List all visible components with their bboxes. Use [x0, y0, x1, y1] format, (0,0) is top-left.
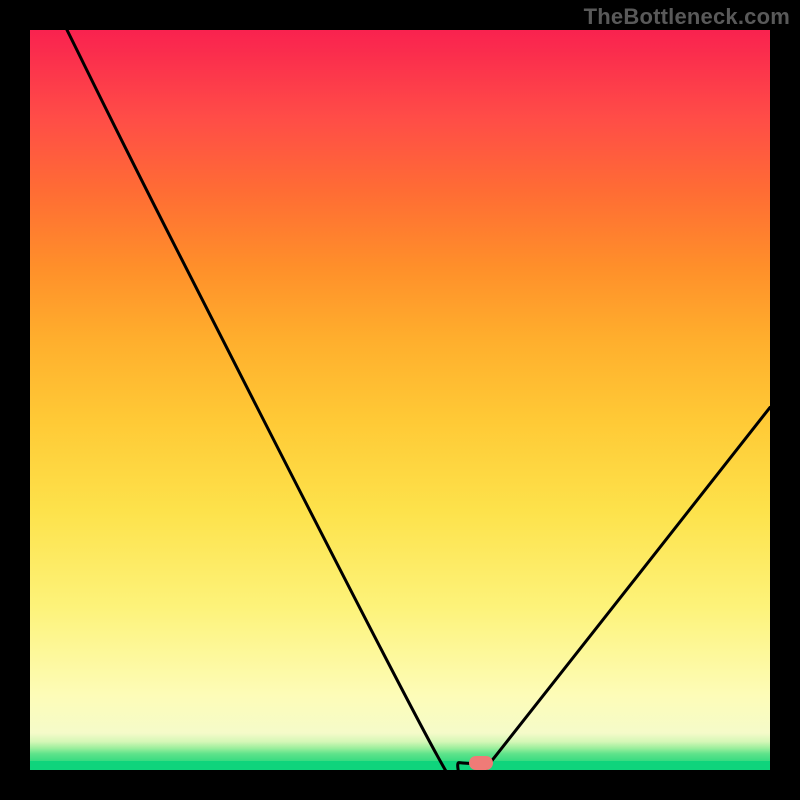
watermark-text: TheBottleneck.com — [584, 4, 790, 30]
bottleneck-curve — [30, 30, 770, 770]
plot-area — [30, 30, 770, 770]
chart-frame: TheBottleneck.com — [0, 0, 800, 800]
optimal-marker — [469, 756, 493, 770]
